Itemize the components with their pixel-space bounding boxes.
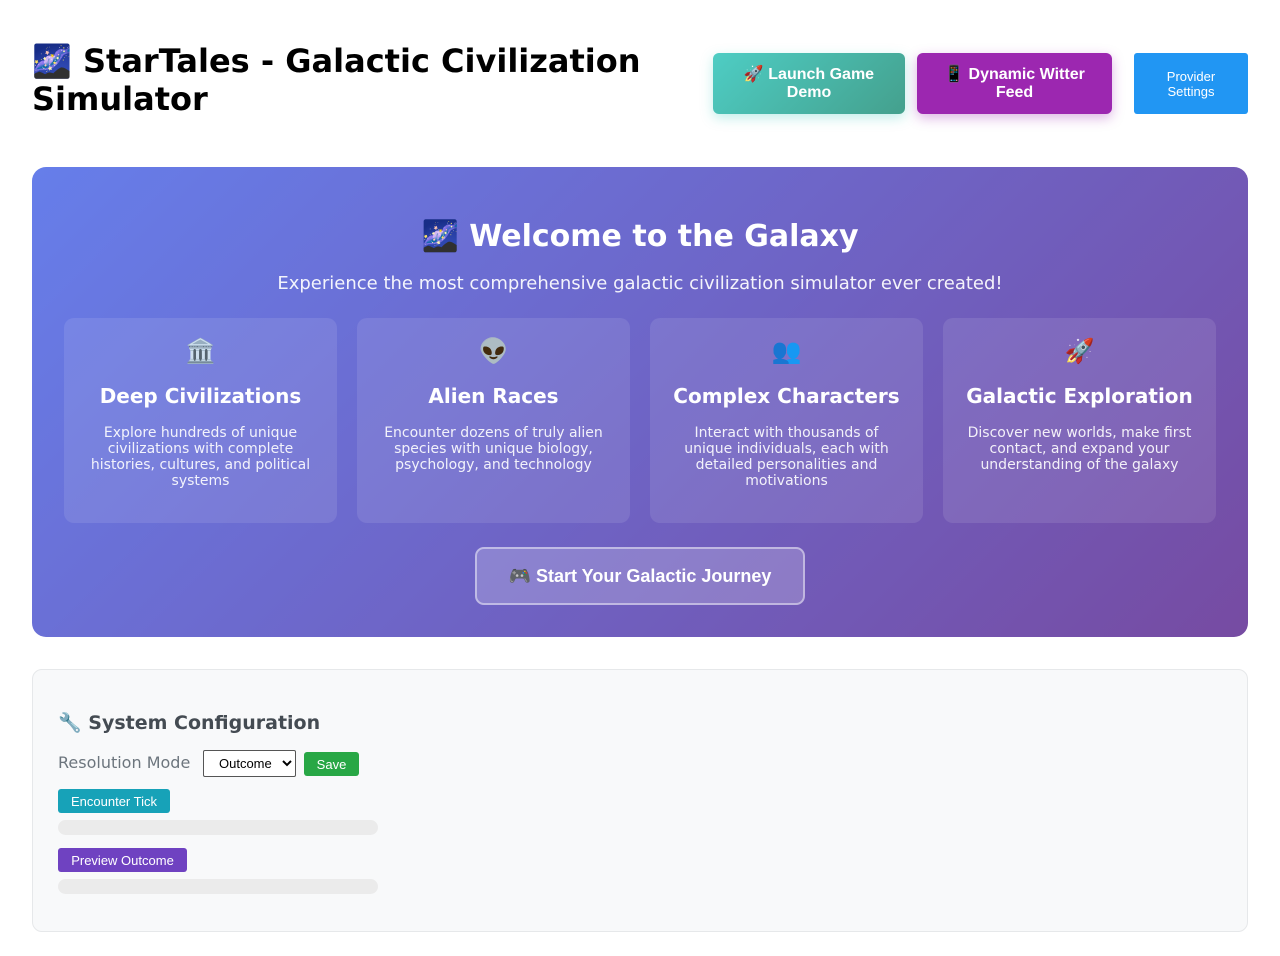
welcome-hero: 🌌 Welcome to the Galaxy Experience the m… (32, 167, 1248, 637)
app-title: 🌌 StarTales - Galactic Civilization Simu… (32, 42, 641, 118)
encounter-tick-button[interactable]: Encounter Tick (58, 789, 170, 813)
feature-card-complex-characters: 👥 Complex Characters Interact with thous… (650, 318, 923, 523)
feature-title: Galactic Exploration (966, 384, 1193, 408)
page-header: 🌌 StarTales - Galactic Civilization Simu… (32, 42, 1248, 132)
preview-outcome-output (58, 879, 378, 894)
preview-outcome-button[interactable]: Preview Outcome (58, 848, 187, 872)
resolution-mode-label: Resolution Mode (58, 753, 191, 772)
feature-title: Alien Races (428, 384, 559, 408)
provider-settings-button[interactable]: Provider Settings (1134, 53, 1248, 114)
rocket-icon: 🚀 (1064, 337, 1095, 365)
feature-card-deep-civilizations: 🏛️ Deep Civilizations Explore hundreds o… (64, 318, 337, 523)
feature-title: Complex Characters (673, 384, 900, 408)
feature-title: Deep Civilizations (99, 384, 302, 408)
feature-description: Discover new worlds, make first contact,… (967, 425, 1192, 473)
start-galactic-journey-button[interactable]: 🎮 Start Your Galactic Journey (475, 547, 805, 605)
launch-game-demo-button[interactable]: 🚀 Launch Game Demo (713, 53, 905, 114)
feature-description: Encounter dozens of truly alien species … (384, 425, 603, 473)
hero-subtitle: Experience the most comprehensive galact… (277, 273, 1003, 294)
encounter-tick-output (58, 820, 378, 835)
feature-card-galactic-exploration: 🚀 Galactic Exploration Discover new worl… (943, 318, 1216, 523)
feature-description: Interact with thousands of unique indivi… (684, 425, 889, 489)
feature-description: Explore hundreds of unique civilizations… (90, 425, 311, 489)
hero-title: 🌌 Welcome to the Galaxy (421, 219, 859, 254)
config-title: 🔧 System Configuration (58, 712, 321, 734)
system-configuration-panel: 🔧 System Configuration Resolution Mode O… (32, 669, 1248, 932)
people-icon: 👥 (771, 337, 802, 365)
dynamic-witter-feed-button[interactable]: 📱 Dynamic Witter Feed (917, 53, 1112, 114)
save-button[interactable]: Save (304, 752, 359, 776)
feature-card-alien-races: 👽 Alien Races Encounter dozens of truly … (357, 318, 630, 523)
classical-building-icon: 🏛️ (185, 337, 216, 365)
alien-icon: 👽 (478, 337, 509, 365)
resolution-mode-select[interactable]: Outcome (203, 750, 296, 777)
